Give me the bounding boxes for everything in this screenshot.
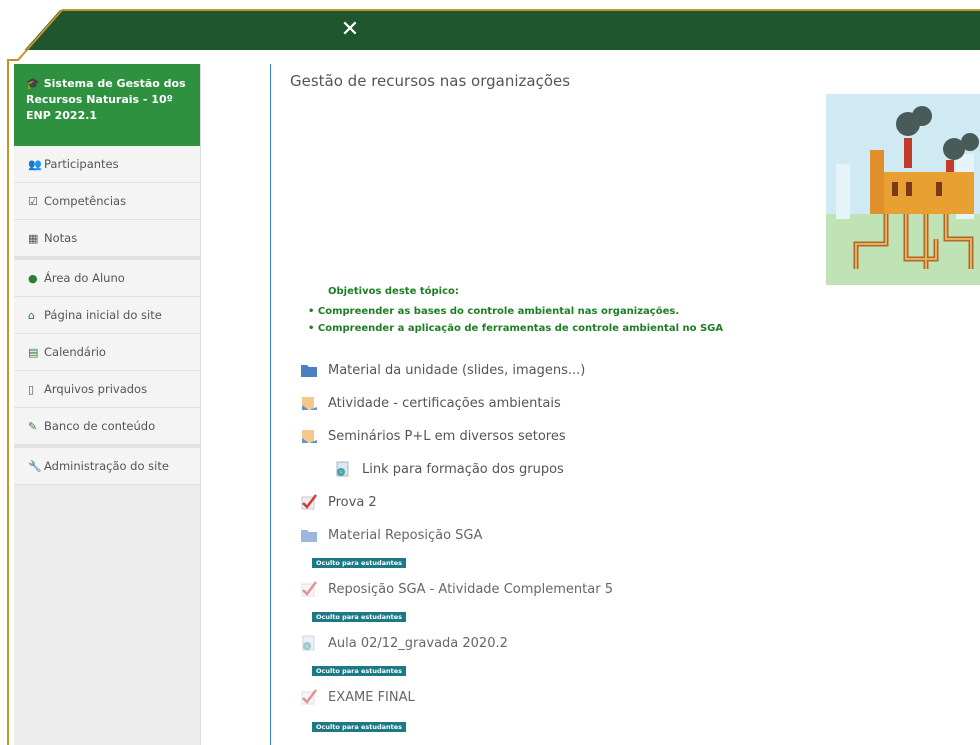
objective-item: • Compreender as bases do controle ambie… — [308, 306, 680, 317]
section-title: Gestão de recursos nas organizações — [290, 72, 571, 90]
hidden-badge: Oculto para estudantes — [312, 666, 407, 676]
group-icon: ● — [28, 272, 38, 285]
sidebar-item-content-bank[interactable]: ✎ Banco de conteúdo — [14, 408, 200, 445]
course-header[interactable]: 🎓 Sistema de Gestão dos Recursos Naturais… — [14, 64, 200, 146]
content-divider — [270, 64, 271, 745]
graduation-cap-icon: 🎓 — [26, 77, 40, 90]
objectives-title: Objetivos deste tópico: — [328, 286, 459, 297]
url-icon — [336, 461, 349, 477]
sidebar-item-private-files[interactable]: ▯ Arquivos privados — [14, 371, 200, 408]
hidden-badge: Oculto para estudantes — [312, 722, 407, 732]
sidebar-item-calendar[interactable]: ▤ Calendário — [14, 334, 200, 371]
assignment-icon — [302, 397, 317, 410]
activity-seminarios[interactable]: Seminários P+L em diversos setores — [300, 428, 566, 444]
folder-icon — [301, 365, 317, 377]
activity-reposicao-sga[interactable]: Reposição SGA - Atividade Complementar 5 — [300, 581, 613, 597]
wrench-icon: 🔧 — [28, 460, 42, 473]
activity-material-reposicao[interactable]: Material Reposição SGA — [300, 527, 482, 543]
sidebar-item-site-admin[interactable]: 🔧 Administração do site — [14, 448, 200, 485]
sidebar-item-participants[interactable]: 👥 Participantes — [14, 146, 200, 183]
sidebar-item-student-area[interactable]: ● Área do Aluno — [14, 260, 200, 297]
brush-icon: ✎ — [28, 420, 38, 433]
top-bar — [0, 0, 980, 50]
quiz-icon — [301, 494, 317, 510]
hidden-badge: Oculto para estudantes — [312, 612, 407, 622]
activity-prova-2[interactable]: Prova 2 — [300, 494, 377, 510]
folder-icon — [301, 530, 317, 542]
quiz-icon — [301, 581, 317, 597]
sidebar-item-competencies[interactable]: ☑ Competências — [14, 183, 200, 220]
sidebar-item-grades[interactable]: ▦ Notas — [14, 220, 200, 257]
quiz-icon — [301, 689, 317, 705]
home-icon: ⌂ — [28, 309, 35, 322]
objective-item: • Compreender a aplicação de ferramentas… — [308, 323, 724, 334]
file-icon: ▯ — [28, 383, 35, 396]
course-title: Sistema de Gestão dos Recursos Naturais … — [26, 77, 186, 122]
hidden-badge: Oculto para estudantes — [312, 558, 407, 568]
activity-certificacoes[interactable]: Atividade - certificações ambientais — [300, 395, 561, 411]
close-button[interactable]: ✕ — [337, 17, 363, 43]
calendar-icon: ▤ — [28, 346, 39, 359]
video-icon — [302, 635, 315, 651]
sidebar: 🎓 Sistema de Gestão dos Recursos Naturais… — [14, 64, 201, 745]
checkbox-icon: ☑ — [28, 195, 38, 208]
users-icon: 👥 — [28, 158, 42, 171]
activity-link-grupos[interactable]: Link para formação dos grupos — [334, 461, 564, 477]
activity-aula-gravada[interactable]: Aula 02/12_gravada 2020.2 — [300, 635, 508, 651]
activity-exame-final[interactable]: EXAME FINAL — [300, 689, 415, 705]
assignment-icon — [302, 430, 317, 443]
sidebar-item-site-home[interactable]: ⌂ Página inicial do site — [14, 297, 200, 334]
table-icon: ▦ — [28, 232, 39, 245]
factory-illustration — [826, 94, 980, 285]
activity-material-unidade[interactable]: Material da unidade (slides, imagens...) — [300, 362, 585, 378]
